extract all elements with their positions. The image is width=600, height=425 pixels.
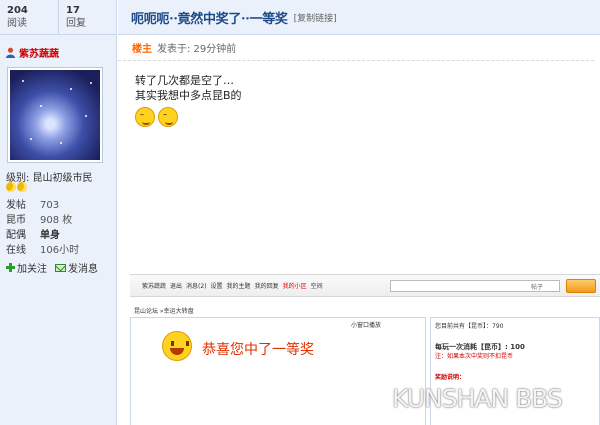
embedded-cost: 每玩一次消耗【昆币】: 100: [435, 343, 525, 351]
post-line: 其实我想中多点昆B的: [135, 89, 242, 102]
info-value: 单身: [40, 230, 60, 241]
embedded-nav-item: 消息(2): [186, 283, 207, 290]
thread-stats: 204 阅读 17 回复: [0, 0, 116, 35]
info-label: 配偶: [6, 230, 26, 241]
embedded-small-window: 小窗口播放: [351, 322, 382, 329]
info-label: 昆币: [6, 215, 26, 226]
giggle-emoji-icon: [158, 107, 178, 127]
post-meta: 楼主 发表于: 29分钟前: [118, 35, 594, 61]
moon-icon: [17, 182, 27, 192]
read-count: 204: [7, 5, 28, 16]
author-sidebar: 204 阅读 17 回复 紫苏蔬蔬 级别: 昆山初级市民 发帖 703 昆币 9…: [0, 0, 117, 425]
post-line: 转了几次都是空了…: [135, 74, 234, 87]
embedded-username: 紫苏蔬蔬: [142, 283, 167, 290]
thread-title: 呃呃呃··竟然中奖了··一等奖: [131, 11, 288, 27]
reply-count: 17: [66, 5, 80, 16]
op-badge: 楼主: [132, 44, 152, 55]
post-body: 转了几次都是空了… 其实我想中多点昆B的: [118, 61, 600, 127]
embedded-nav-item: 我的主题: [226, 283, 251, 290]
info-row-posts: 发帖 703: [6, 198, 79, 213]
embedded-search-button: [566, 279, 596, 293]
author-name[interactable]: 紫苏蔬蔬: [19, 45, 59, 60]
embedded-coin-total: 您目前共有【昆币】：790: [435, 323, 504, 330]
moon-icon: [6, 182, 16, 192]
info-label: 发帖: [6, 200, 26, 211]
emoji-group: [135, 107, 600, 127]
info-row-spouse: 配偶 单身: [6, 228, 79, 243]
embedded-breadcrumb: 昆山论坛 »幸运大转盘: [134, 308, 194, 315]
envelope-icon: [55, 263, 66, 272]
embedded-congrats-text: 恭喜您中了一等奖: [202, 342, 314, 358]
follow-button[interactable]: 加关注: [6, 260, 47, 275]
plus-icon: [6, 263, 15, 272]
read-count-stat: 204 阅读: [0, 0, 58, 34]
user-info: 发帖 703 昆币 908 枚 配偶 单身 在线 106小时: [6, 198, 79, 258]
avatar-image: [10, 70, 100, 160]
laughing-face-icon: [162, 331, 192, 361]
user-icon: [6, 47, 15, 58]
avatar[interactable]: [7, 67, 103, 163]
reply-count-stat: 17 回复: [58, 0, 116, 34]
embedded-nav-item: 空间: [310, 283, 323, 290]
send-message-button[interactable]: 发消息: [55, 260, 98, 275]
info-label: 在线: [6, 245, 26, 256]
embedded-nav-item: 我的小区: [282, 283, 307, 290]
message-label: 发消息: [68, 264, 98, 275]
embedded-nav-item: 退出: [170, 283, 183, 290]
info-value: 908 枚: [40, 215, 73, 226]
embedded-search-box: 帖子: [390, 280, 560, 292]
reply-label: 回复: [66, 18, 86, 29]
site-watermark: KUNSHAN BBS: [392, 384, 563, 413]
embedded-nav-item: 设置: [210, 283, 223, 290]
author-actions: 加关注 发消息: [6, 260, 98, 275]
post-time: 发表于: 29分钟前: [157, 44, 237, 55]
post-main: 呃呃呃··竟然中奖了··一等奖 [复制链接] 楼主 发表于: 29分钟前 转了几…: [118, 0, 600, 425]
embedded-note: 注：如果本次中奖则不扣昆币: [435, 353, 514, 360]
read-label: 阅读: [7, 18, 27, 29]
info-value: 106小时: [40, 245, 80, 256]
info-value: 703: [40, 200, 60, 211]
copy-link-button[interactable]: [复制链接]: [294, 11, 337, 24]
level-moons: [6, 182, 27, 194]
giggle-emoji-icon: [135, 107, 155, 127]
info-row-online: 在线 106小时: [6, 243, 79, 258]
embedded-nav-item: 我的回复: [254, 283, 279, 290]
embedded-rules-heading: 奖励说明：: [435, 374, 466, 381]
info-row-coins: 昆币 908 枚: [6, 213, 79, 228]
follow-label: 加关注: [17, 264, 47, 275]
thread-title-bar: 呃呃呃··竟然中奖了··一等奖 [复制链接]: [118, 0, 600, 35]
author-line: 紫苏蔬蔬: [5, 45, 59, 60]
